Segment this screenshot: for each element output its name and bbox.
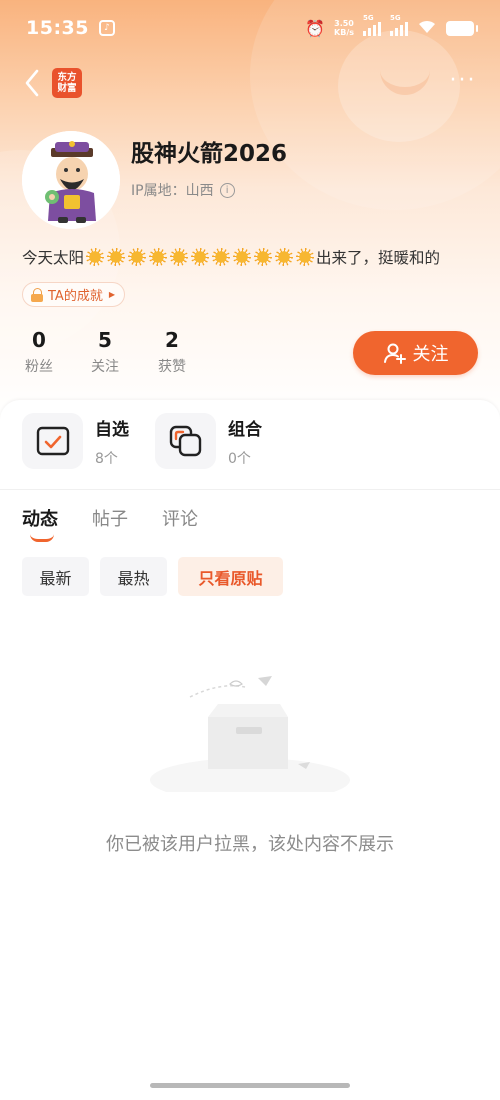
logo-text-line1: 东方	[57, 72, 77, 83]
sun-emoji-icon	[169, 247, 189, 267]
watchlist-title: 自选	[95, 419, 129, 440]
app-logo[interactable]: 东方 财富	[52, 68, 82, 98]
follow-button-label: 关注	[412, 344, 449, 365]
network-speed: 3.50 KB/s	[334, 19, 354, 37]
sun-emoji-icon	[253, 247, 273, 267]
stat-following-value: 5	[98, 328, 112, 352]
signal-label: 5G	[363, 14, 374, 22]
cellular-signal-icon-2: 5G	[390, 14, 408, 36]
ip-location: IP属地：山西 i	[131, 180, 235, 200]
sun-emoji-icon	[232, 247, 252, 267]
stat-likes-label: 获赞	[158, 359, 186, 375]
add-user-icon	[383, 343, 406, 364]
shortcut-watchlist[interactable]: 自选 8个	[22, 413, 129, 469]
watchlist-icon-box	[22, 413, 83, 469]
filter-original-only[interactable]: 只看原贴	[178, 557, 283, 596]
tab-comments[interactable]: 评论	[162, 505, 198, 531]
sun-emoji-icon	[148, 247, 168, 267]
bio-text: 今天太阳 出来了，挺暖和的	[22, 246, 440, 268]
status-bar: 15:35 ♪ ⏰ 3.50 KB/s 5G 5G	[0, 0, 500, 56]
wifi-icon	[417, 18, 437, 38]
caret-right-icon: ▶	[108, 290, 115, 299]
avatar[interactable]	[22, 131, 120, 229]
more-options-icon[interactable]: ···	[445, 68, 481, 98]
ip-location-text: IP属地：山西	[131, 183, 214, 199]
achievement-badge[interactable]: TA的成就 ▶	[22, 282, 125, 307]
achievement-label: TA的成就	[48, 289, 103, 304]
bio-text-before: 今天太阳	[22, 249, 85, 267]
stat-followers[interactable]: 0 粉丝	[22, 328, 56, 376]
cellular-signal-icon: 5G	[363, 14, 381, 36]
battery-icon	[446, 20, 478, 36]
portfolio-icon	[169, 425, 201, 457]
watchlist-count: 8个	[95, 450, 118, 467]
sun-emoji-icon	[295, 247, 315, 267]
section-divider	[0, 489, 500, 490]
sun-emoji-icon	[85, 247, 105, 267]
follow-button[interactable]: 关注	[353, 331, 478, 375]
lock-icon	[31, 287, 44, 302]
stat-following[interactable]: 5 关注	[88, 328, 122, 376]
alarm-icon: ⏰	[305, 18, 326, 38]
empty-state-message: 你已被该用户拉黑，该处内容不展示	[106, 834, 394, 855]
tab-activity[interactable]: 动态	[22, 505, 58, 531]
back-button[interactable]	[20, 66, 44, 100]
stat-likes[interactable]: 2 获赞	[155, 328, 189, 376]
portfolio-title: 组合	[228, 419, 262, 440]
status-time: 15:35	[26, 17, 89, 39]
home-indicator[interactable]	[150, 1083, 350, 1088]
stat-followers-value: 0	[32, 328, 46, 352]
sun-emoji-icon	[274, 247, 294, 267]
sun-emoji-icon	[106, 247, 126, 267]
logo-text-line2: 财富	[57, 83, 77, 94]
filter-latest[interactable]: 最新	[22, 557, 89, 596]
sun-emoji-row	[85, 247, 315, 267]
chevron-left-icon	[25, 69, 39, 97]
checkbox-icon	[36, 426, 69, 456]
signal-label-2: 5G	[390, 14, 401, 22]
network-speed-unit: KB/s	[334, 28, 354, 37]
stat-following-label: 关注	[91, 359, 119, 375]
stat-likes-value: 2	[165, 328, 179, 352]
portfolio-icon-box	[155, 413, 216, 469]
caishen-avatar-icon	[22, 131, 120, 229]
sun-emoji-icon	[127, 247, 147, 267]
tab-posts[interactable]: 帖子	[92, 505, 128, 531]
info-icon[interactable]: i	[219, 182, 235, 198]
bio-text-after: 出来了，挺暖和的	[316, 249, 441, 267]
sun-emoji-icon	[211, 247, 231, 267]
music-app-icon: ♪	[98, 20, 115, 36]
username: 股神火箭2026	[131, 141, 288, 167]
portfolio-count: 0个	[228, 450, 251, 467]
filter-hottest[interactable]: 最热	[100, 557, 167, 596]
network-speed-value: 3.50	[334, 19, 354, 28]
empty-box-illustration	[150, 676, 350, 792]
stat-followers-label: 粉丝	[25, 359, 53, 375]
sun-emoji-icon	[190, 247, 210, 267]
shortcut-portfolio[interactable]: 组合 0个	[155, 413, 262, 469]
